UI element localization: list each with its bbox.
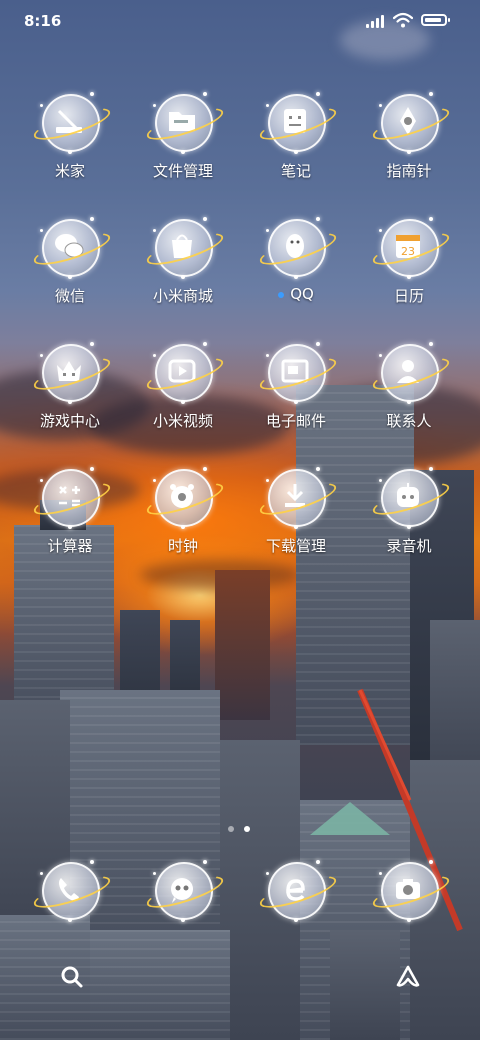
page-dot-active[interactable] (244, 826, 250, 832)
phone-icon (30, 858, 114, 922)
qq-penguin-icon (256, 215, 340, 279)
app-label-text: 文件管理 (152, 162, 213, 180)
app-label-text: QQ (290, 285, 314, 303)
status-time: 8:16 (24, 12, 62, 30)
dock-browser[interactable] (240, 858, 352, 922)
app-label: 录音机 (353, 535, 465, 556)
app-label: 联系人 (353, 410, 465, 431)
app-label-text: 日历 (393, 287, 424, 305)
contacts-icon (369, 340, 453, 404)
download-icon (256, 465, 340, 529)
compass-icon (369, 90, 453, 154)
app-qq-penguin[interactable]: QQ (240, 215, 352, 303)
ai-assistant-icon[interactable] (394, 963, 422, 991)
app-label-text: 电子邮件 (265, 412, 326, 430)
app-label: 计算器 (14, 535, 126, 556)
calculator-icon (30, 465, 114, 529)
app-label: 笔记 (240, 160, 352, 181)
app-shopping-bag[interactable]: 小米商城 (127, 215, 239, 306)
app-wechat[interactable]: 微信 (14, 215, 126, 306)
battery-icon (421, 14, 450, 26)
app-label: 小米视频 (127, 410, 239, 431)
app-label: 游戏中心 (14, 410, 126, 431)
search-icon[interactable] (58, 963, 86, 991)
messages-icon (143, 858, 227, 922)
app-label: 指南针 (353, 160, 465, 181)
app-label-text: 游戏中心 (39, 412, 100, 430)
app-label: QQ (240, 285, 352, 303)
app-label: 文件管理 (127, 160, 239, 181)
app-game-crown[interactable]: 游戏中心 (14, 340, 126, 431)
new-badge-dot (278, 291, 285, 298)
app-calendar[interactable]: 23 日历 (353, 215, 465, 306)
app-label-text: 指南针 (386, 162, 432, 180)
app-label-text: 笔记 (280, 162, 311, 180)
signal-icon (366, 14, 388, 28)
wifi-icon (393, 12, 413, 28)
app-clock[interactable]: 时钟 (127, 465, 239, 556)
app-label-text: 联系人 (386, 412, 432, 430)
mijia-icon (30, 90, 114, 154)
status-bar: 8:16 (0, 0, 480, 42)
camera-icon (369, 858, 453, 922)
app-mijia[interactable]: 米家 (14, 90, 126, 181)
email-icon (256, 340, 340, 404)
app-label-text: 米家 (54, 162, 85, 180)
browser-icon (256, 858, 340, 922)
app-label: 米家 (14, 160, 126, 181)
dock-phone[interactable] (14, 858, 126, 922)
app-notes[interactable]: 笔记 (240, 90, 352, 181)
app-label-text: 录音机 (386, 537, 432, 555)
app-email[interactable]: 电子邮件 (240, 340, 352, 431)
app-label-text: 计算器 (47, 537, 93, 555)
recorder-icon (369, 465, 453, 529)
app-video-play[interactable]: 小米视频 (127, 340, 239, 431)
calendar-icon: 23 (369, 215, 453, 279)
app-label-text: 微信 (54, 287, 85, 305)
dock-messages[interactable] (127, 858, 239, 922)
wechat-icon (30, 215, 114, 279)
page-dot[interactable] (228, 826, 234, 832)
app-compass[interactable]: 指南针 (353, 90, 465, 181)
app-label-text: 小米视频 (152, 412, 213, 430)
app-label: 小米商城 (127, 285, 239, 306)
app-calculator[interactable]: 计算器 (14, 465, 126, 556)
game-crown-icon (30, 340, 114, 404)
notes-icon (256, 90, 340, 154)
app-label: 电子邮件 (240, 410, 352, 431)
app-label-text: 下载管理 (265, 537, 326, 555)
app-label: 下载管理 (240, 535, 352, 556)
app-download[interactable]: 下载管理 (240, 465, 352, 556)
folder-icon (143, 90, 227, 154)
app-folder[interactable]: 文件管理 (127, 90, 239, 181)
app-recorder[interactable]: 录音机 (353, 465, 465, 556)
app-label-text: 小米商城 (152, 287, 213, 305)
dock-camera[interactable] (353, 858, 465, 922)
page-indicator (228, 826, 254, 834)
video-play-icon (143, 340, 227, 404)
clock-icon (143, 465, 227, 529)
app-label: 日历 (353, 285, 465, 306)
app-label: 时钟 (127, 535, 239, 556)
app-label-text: 时钟 (167, 537, 198, 555)
app-contacts[interactable]: 联系人 (353, 340, 465, 431)
app-label: 微信 (14, 285, 126, 306)
shopping-bag-icon (143, 215, 227, 279)
